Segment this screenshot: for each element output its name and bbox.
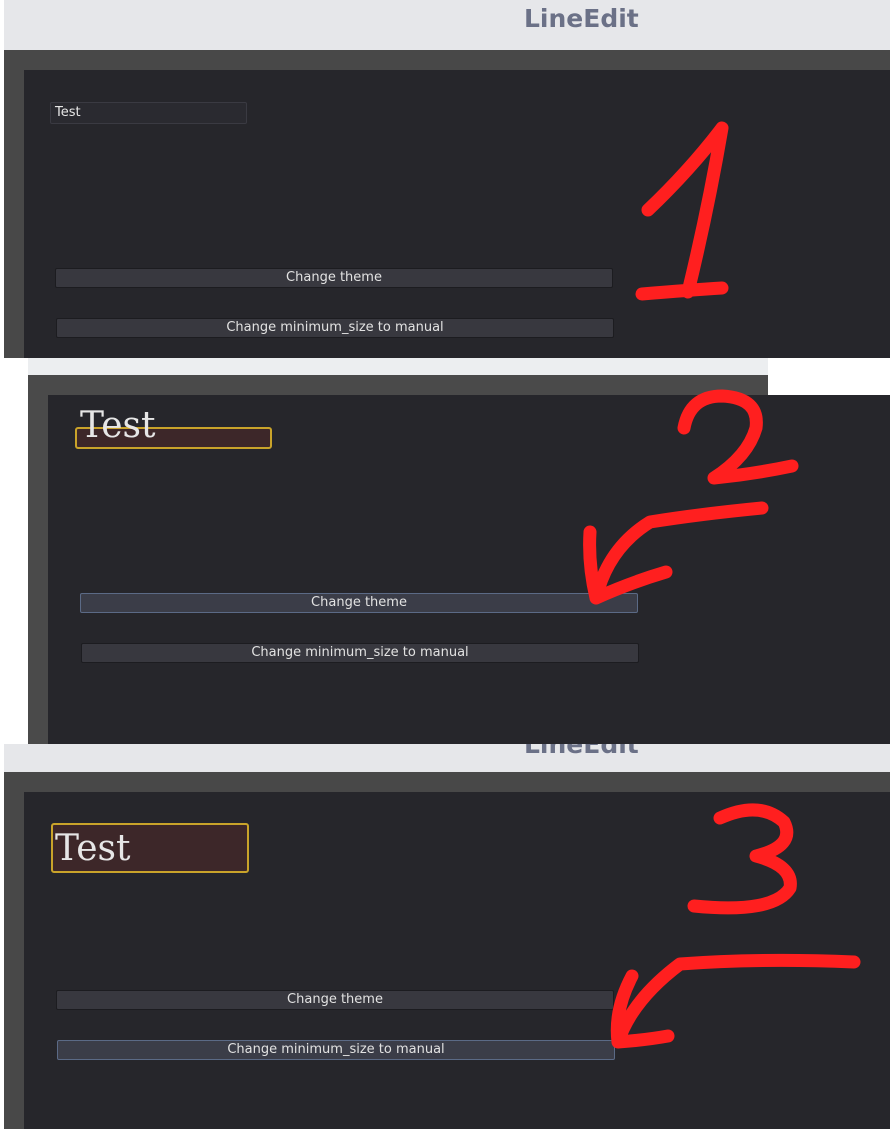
change-theme-button-2[interactable]: Change theme [80, 593, 638, 613]
change-min-size-button-2[interactable]: Change minimum_size to manual [81, 643, 639, 663]
change-theme-button-3[interactable]: Change theme [56, 990, 614, 1010]
change-theme-button-1[interactable]: Change theme [55, 268, 613, 288]
window-title-1: LineEdit [524, 4, 639, 33]
window-title-3: LineEdit [524, 744, 639, 759]
line-edit-2-text: Test [80, 405, 156, 446]
line-edit-3[interactable]: Test [51, 823, 249, 873]
window-titlebar-2 [28, 358, 768, 375]
change-min-size-button-1[interactable]: Change minimum_size to manual [56, 318, 614, 338]
line-edit-3-text: Test [55, 828, 131, 869]
window-titlebar-3: LineEdit [4, 744, 890, 772]
line-edit-1[interactable]: Test [50, 102, 247, 124]
change-min-size-button-3[interactable]: Change minimum_size to manual [57, 1040, 615, 1060]
window-titlebar-1 [4, 0, 890, 50]
